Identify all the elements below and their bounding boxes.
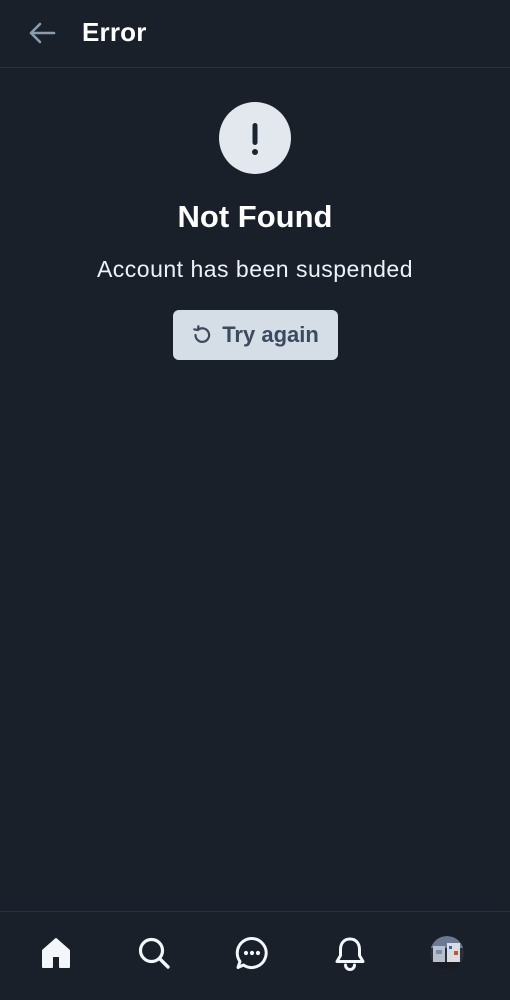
- refresh-icon: [193, 325, 211, 343]
- bottom-nav: [0, 911, 510, 1000]
- nav-profile[interactable]: [423, 930, 471, 976]
- app-root: Error Not Found Account has been suspend…: [0, 0, 510, 1000]
- arrow-left-icon: [29, 22, 56, 44]
- page-title: Error: [82, 17, 147, 47]
- error-title: Not Found: [177, 199, 333, 234]
- try-again-button[interactable]: Try again: [172, 310, 338, 360]
- bell-icon: [335, 937, 365, 971]
- try-again-label: Try again: [222, 322, 319, 347]
- nav-search[interactable]: [130, 930, 178, 976]
- nav-messages[interactable]: [228, 930, 276, 976]
- back-button[interactable]: [22, 15, 62, 51]
- chat-icon: [235, 936, 268, 969]
- home-icon: [42, 938, 70, 968]
- header-bar: Error: [0, 0, 510, 68]
- search-icon: [138, 937, 170, 969]
- error-message: Account has been suspended: [96, 256, 414, 282]
- exclamation-icon: [219, 102, 291, 174]
- nav-notifications[interactable]: [326, 930, 374, 976]
- error-panel: Not Found Account has been suspended Try…: [0, 102, 510, 360]
- nav-home[interactable]: [32, 930, 80, 976]
- avatar: [430, 936, 464, 970]
